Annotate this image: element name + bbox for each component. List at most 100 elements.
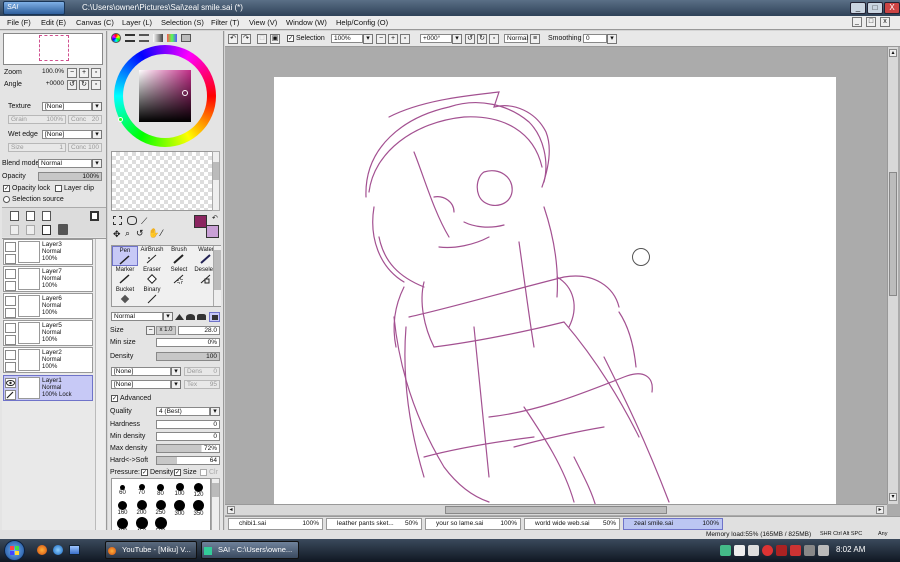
layer-list-scrollbar[interactable] <box>95 239 105 535</box>
zoom-reset-button[interactable]: ▫ <box>91 68 101 78</box>
smoothing-dropdown-button[interactable]: ▾ <box>607 34 617 44</box>
view-mode-select[interactable]: Normal <box>504 34 528 43</box>
menu-filter[interactable]: Filter (T) <box>211 18 239 27</box>
brush-shape-square-icon[interactable] <box>209 312 220 322</box>
lock-toggle[interactable] <box>5 281 16 291</box>
toolbar-rotate-reset-button[interactable]: ▫ <box>489 34 499 44</box>
tool-select[interactable]: Select <box>166 266 192 286</box>
lock-toggle[interactable] <box>5 254 16 264</box>
advanced-checkbox[interactable]: ✓ <box>111 395 118 402</box>
rotate-left-button[interactable]: ↺ <box>67 80 77 90</box>
size-value-field[interactable]: 28.0 <box>178 326 220 335</box>
brush-size-preset[interactable]: 350 <box>190 499 207 517</box>
brush-shape-sharp-icon[interactable] <box>175 314 184 320</box>
document-tab[interactable]: chibi1.sai 100% <box>228 518 323 530</box>
brush-texture-dropdown-button[interactable]: ▾ <box>171 367 181 376</box>
clock[interactable]: 8:02 AM <box>836 545 865 554</box>
zoom-dropdown-button[interactable]: ▾ <box>363 34 373 44</box>
quality-select[interactable]: 4 (Best) <box>156 407 210 416</box>
toolbar-zoom-reset-button[interactable]: ▫ <box>400 34 410 44</box>
rgb-slider-tab-icon[interactable] <box>125 34 135 42</box>
angle-dropdown-button[interactable]: ▾ <box>452 34 462 44</box>
move-icon[interactable]: ✥ <box>113 229 121 240</box>
menu-edit[interactable]: Edit (E) <box>41 18 66 27</box>
brush-shape-flat-icon[interactable] <box>197 314 206 320</box>
layer-clip-checkbox[interactable] <box>55 185 62 192</box>
document-tab[interactable]: leather pants sket... 50% <box>326 518 422 530</box>
tray-icon[interactable] <box>748 545 759 556</box>
mask-layer-icon[interactable] <box>90 211 99 221</box>
brush-size-preset[interactable]: 250 <box>152 499 169 516</box>
lasso-icon[interactable] <box>127 216 137 225</box>
start-button[interactable] <box>4 540 25 561</box>
menu-help-config[interactable]: Help/Config (O) <box>336 18 388 27</box>
brush-size-preset[interactable]: 300 <box>171 499 188 517</box>
menu-selection[interactable]: Selection (S) <box>161 18 204 27</box>
zoom-icon[interactable]: ⌕ <box>125 228 130 239</box>
layer-row[interactable]: Layer2 Normal 100% <box>3 347 93 373</box>
blend-mode-dropdown-button[interactable]: ▾ <box>92 159 102 168</box>
secondary-color-swatch[interactable] <box>206 225 219 238</box>
tray-icon[interactable] <box>762 545 773 556</box>
toolbar-rotate-left-button[interactable]: ↺ <box>465 34 475 44</box>
layer-row-selected[interactable]: Layer1 Normal 100% Lock <box>3 375 93 401</box>
toolbar-rotate-right-button[interactable]: ↻ <box>477 34 487 44</box>
doc-close-button[interactable]: x <box>880 17 890 27</box>
magic-wand-icon[interactable]: ⟋ <box>141 216 147 227</box>
zoom-out-button[interactable]: − <box>67 68 77 78</box>
tool-bucket[interactable]: Bucket <box>112 286 138 306</box>
tool-marker[interactable]: Marker <box>112 266 138 286</box>
tray-icon[interactable] <box>734 545 745 556</box>
new-layer-icon[interactable] <box>10 211 19 221</box>
brush-paper-select[interactable]: [None] <box>111 380 171 389</box>
brush-size-preset[interactable]: 80 <box>152 481 169 497</box>
tool-airbrush[interactable]: AirBrush <box>139 246 165 266</box>
menu-view[interactable]: View (V) <box>249 18 277 27</box>
volume-icon[interactable] <box>818 545 829 556</box>
lock-toggle[interactable] <box>5 308 16 318</box>
brush-paper-dropdown-button[interactable]: ▾ <box>171 380 181 389</box>
trash-icon[interactable] <box>58 224 68 235</box>
toolbar-zoom-out-button[interactable]: − <box>376 34 386 44</box>
hsv-slider-tab-icon[interactable] <box>139 34 149 42</box>
hand-icon[interactable]: ✋ <box>148 228 159 239</box>
restore-button[interactable]: □ <box>867 2 883 14</box>
tray-icon[interactable] <box>720 545 731 556</box>
zoom-select[interactable]: 100% <box>331 34 363 43</box>
min-density-field[interactable]: 0 <box>156 432 220 441</box>
quality-dropdown-button[interactable]: ▾ <box>210 407 220 416</box>
tool-binary[interactable]: Binary <box>139 286 165 306</box>
layer-row[interactable]: Layer7 Normal 100% <box>3 266 93 292</box>
brush-size-preset[interactable]: 60 <box>114 481 131 496</box>
minimize-button[interactable]: _ <box>850 2 866 14</box>
layer-row[interactable]: Layer6 Normal 100% <box>3 293 93 319</box>
layer-row[interactable]: Layer3 Normal 100% <box>3 239 93 265</box>
selection-source-radio[interactable] <box>3 196 10 203</box>
color-wheel-tab-icon[interactable] <box>111 33 121 43</box>
visibility-toggle[interactable] <box>5 296 16 306</box>
visibility-toggle[interactable] <box>5 242 16 252</box>
clear-layer-icon[interactable] <box>42 225 51 235</box>
scratchpad-tab-icon[interactable] <box>181 34 191 42</box>
blend-mode-select[interactable]: Normal <box>38 159 92 168</box>
document-tab[interactable]: your so lame.sai 100% <box>425 518 521 530</box>
visibility-toggle[interactable] <box>5 350 16 360</box>
swatch-scrollbar[interactable] <box>212 151 220 211</box>
min-size-field[interactable]: 0% <box>156 338 220 347</box>
navigator-preview[interactable] <box>3 33 103 65</box>
deselect-button[interactable]: □ <box>257 34 267 44</box>
document-tab-active[interactable]: zeal smile.sai 100% <box>623 518 723 530</box>
brush-shape-round-icon[interactable] <box>186 314 195 320</box>
opacity-slider[interactable]: 100% <box>38 172 102 181</box>
eye-icon[interactable] <box>5 378 16 388</box>
invert-selection-button[interactable]: ▣ <box>270 34 280 44</box>
angle-select[interactable]: +000° <box>420 34 452 43</box>
brush-size-preset[interactable]: 200 <box>133 499 150 516</box>
swatch-tab-icon[interactable] <box>167 34 177 42</box>
menu-window[interactable]: Window (W) <box>286 18 327 27</box>
tool-grid-scrollbar[interactable] <box>213 246 221 306</box>
opacity-lock-checkbox[interactable]: ✓ <box>3 185 10 192</box>
network-icon[interactable] <box>804 545 815 556</box>
redo-button[interactable]: ↷ <box>241 34 251 44</box>
smoothing-select[interactable]: 0 <box>583 34 607 43</box>
